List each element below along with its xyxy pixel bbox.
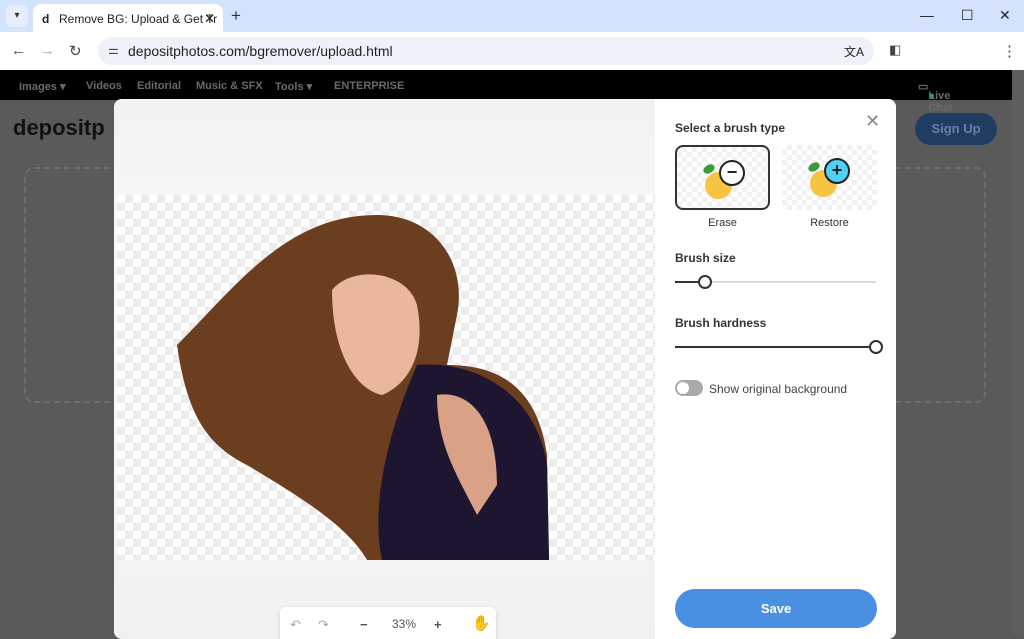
- nav-videos[interactable]: Videos: [86, 80, 122, 92]
- brush-size-label: Brush size: [675, 251, 736, 265]
- site-logo[interactable]: depositp: [13, 115, 105, 141]
- close-tab-icon[interactable]: ✕: [204, 11, 215, 27]
- favicon-icon: d: [42, 12, 50, 26]
- zoom-out-button[interactable]: −: [360, 617, 368, 632]
- address-bar-row: ← → ↻ ⚌ depositphotos.com/bgremover/uploa…: [0, 32, 1024, 70]
- tab-title: Remove BG: Upload & Get Tr: [59, 12, 218, 26]
- nav-enterprise[interactable]: ENTERPRISE: [334, 80, 404, 92]
- translate-icon[interactable]: 文A: [844, 43, 864, 60]
- plus-icon: +: [824, 158, 850, 184]
- online-dot-icon: ●: [928, 90, 936, 102]
- site-info-icon[interactable]: ⚌: [108, 43, 119, 57]
- forward-icon[interactable]: →: [40, 42, 55, 59]
- tab-search-button[interactable]: ▾: [6, 5, 28, 27]
- browser-tab[interactable]: d Remove BG: Upload & Get Tr ✕: [33, 4, 223, 32]
- live-chat-link[interactable]: ▭ Live Chat ●: [918, 80, 953, 114]
- nav-images[interactable]: Images ▾: [19, 80, 66, 93]
- restore-brush-button[interactable]: +: [782, 145, 877, 210]
- bg-remover-modal: ↶ ↷ − 33% + ✋ Select a brush type ✕ − + …: [114, 99, 896, 639]
- toggle-knob: [677, 382, 689, 394]
- browser-tab-bar: ▾ d Remove BG: Upload & Get Tr ✕ + — ☐ ✕: [0, 0, 1024, 32]
- zoom-level: 33%: [392, 617, 417, 631]
- side-panel-icon[interactable]: ◧: [889, 42, 901, 58]
- page-scrollbar[interactable]: [1012, 70, 1024, 635]
- brush-hardness-label: Brush hardness: [675, 316, 767, 330]
- undo-icon[interactable]: ↶: [290, 617, 301, 633]
- reload-icon[interactable]: ↻: [69, 42, 82, 60]
- nav-tools[interactable]: Tools ▾: [275, 80, 312, 93]
- erase-brush-button[interactable]: −: [675, 145, 770, 210]
- new-tab-button[interactable]: +: [231, 6, 241, 26]
- sign-up-button[interactable]: Sign Up: [915, 113, 997, 145]
- url-text: depositphotos.com/bgremover/upload.html: [128, 43, 393, 59]
- show-original-label: Show original background: [709, 382, 848, 396]
- restore-label: Restore: [810, 217, 849, 229]
- show-original-toggle[interactable]: [675, 380, 703, 396]
- site-top-nav: Images ▾ Videos Editorial Music & SFX To…: [0, 70, 1012, 114]
- maximize-button[interactable]: ☐: [961, 7, 974, 24]
- back-icon[interactable]: ←: [11, 42, 26, 59]
- brush-type-heading: Select a brush type: [675, 121, 786, 135]
- editor-toolbar: ↶ ↷ − 33% + ✋: [280, 607, 496, 639]
- close-icon[interactable]: ✕: [865, 111, 880, 132]
- brush-size-slider[interactable]: [675, 275, 876, 289]
- minimize-button[interactable]: —: [920, 7, 934, 23]
- nav-music[interactable]: Music & SFX: [196, 80, 263, 92]
- slider-fill: [675, 346, 876, 348]
- close-window-button[interactable]: ✕: [999, 7, 1011, 24]
- url-input[interactable]: ⚌ depositphotos.com/bgremover/upload.html…: [98, 37, 874, 65]
- save-button[interactable]: Save: [675, 589, 877, 628]
- brush-panel: Select a brush type ✕ − + Erase Restore …: [655, 99, 896, 639]
- slider-knob[interactable]: [869, 340, 883, 354]
- hand-pan-icon[interactable]: ✋: [472, 614, 491, 632]
- slider-knob[interactable]: [698, 275, 713, 289]
- editor-canvas[interactable]: ↶ ↷ − 33% + ✋: [114, 99, 655, 639]
- brush-hardness-slider[interactable]: [675, 340, 883, 354]
- nav-editorial[interactable]: Editorial: [137, 80, 181, 92]
- woman-portrait-image: [177, 215, 549, 560]
- erase-label: Erase: [708, 217, 737, 229]
- menu-icon[interactable]: ⋮: [1002, 42, 1017, 60]
- cutout-image[interactable]: [117, 195, 655, 560]
- minus-icon: −: [719, 160, 745, 186]
- redo-icon[interactable]: ↷: [318, 617, 329, 633]
- zoom-in-button[interactable]: +: [434, 617, 442, 632]
